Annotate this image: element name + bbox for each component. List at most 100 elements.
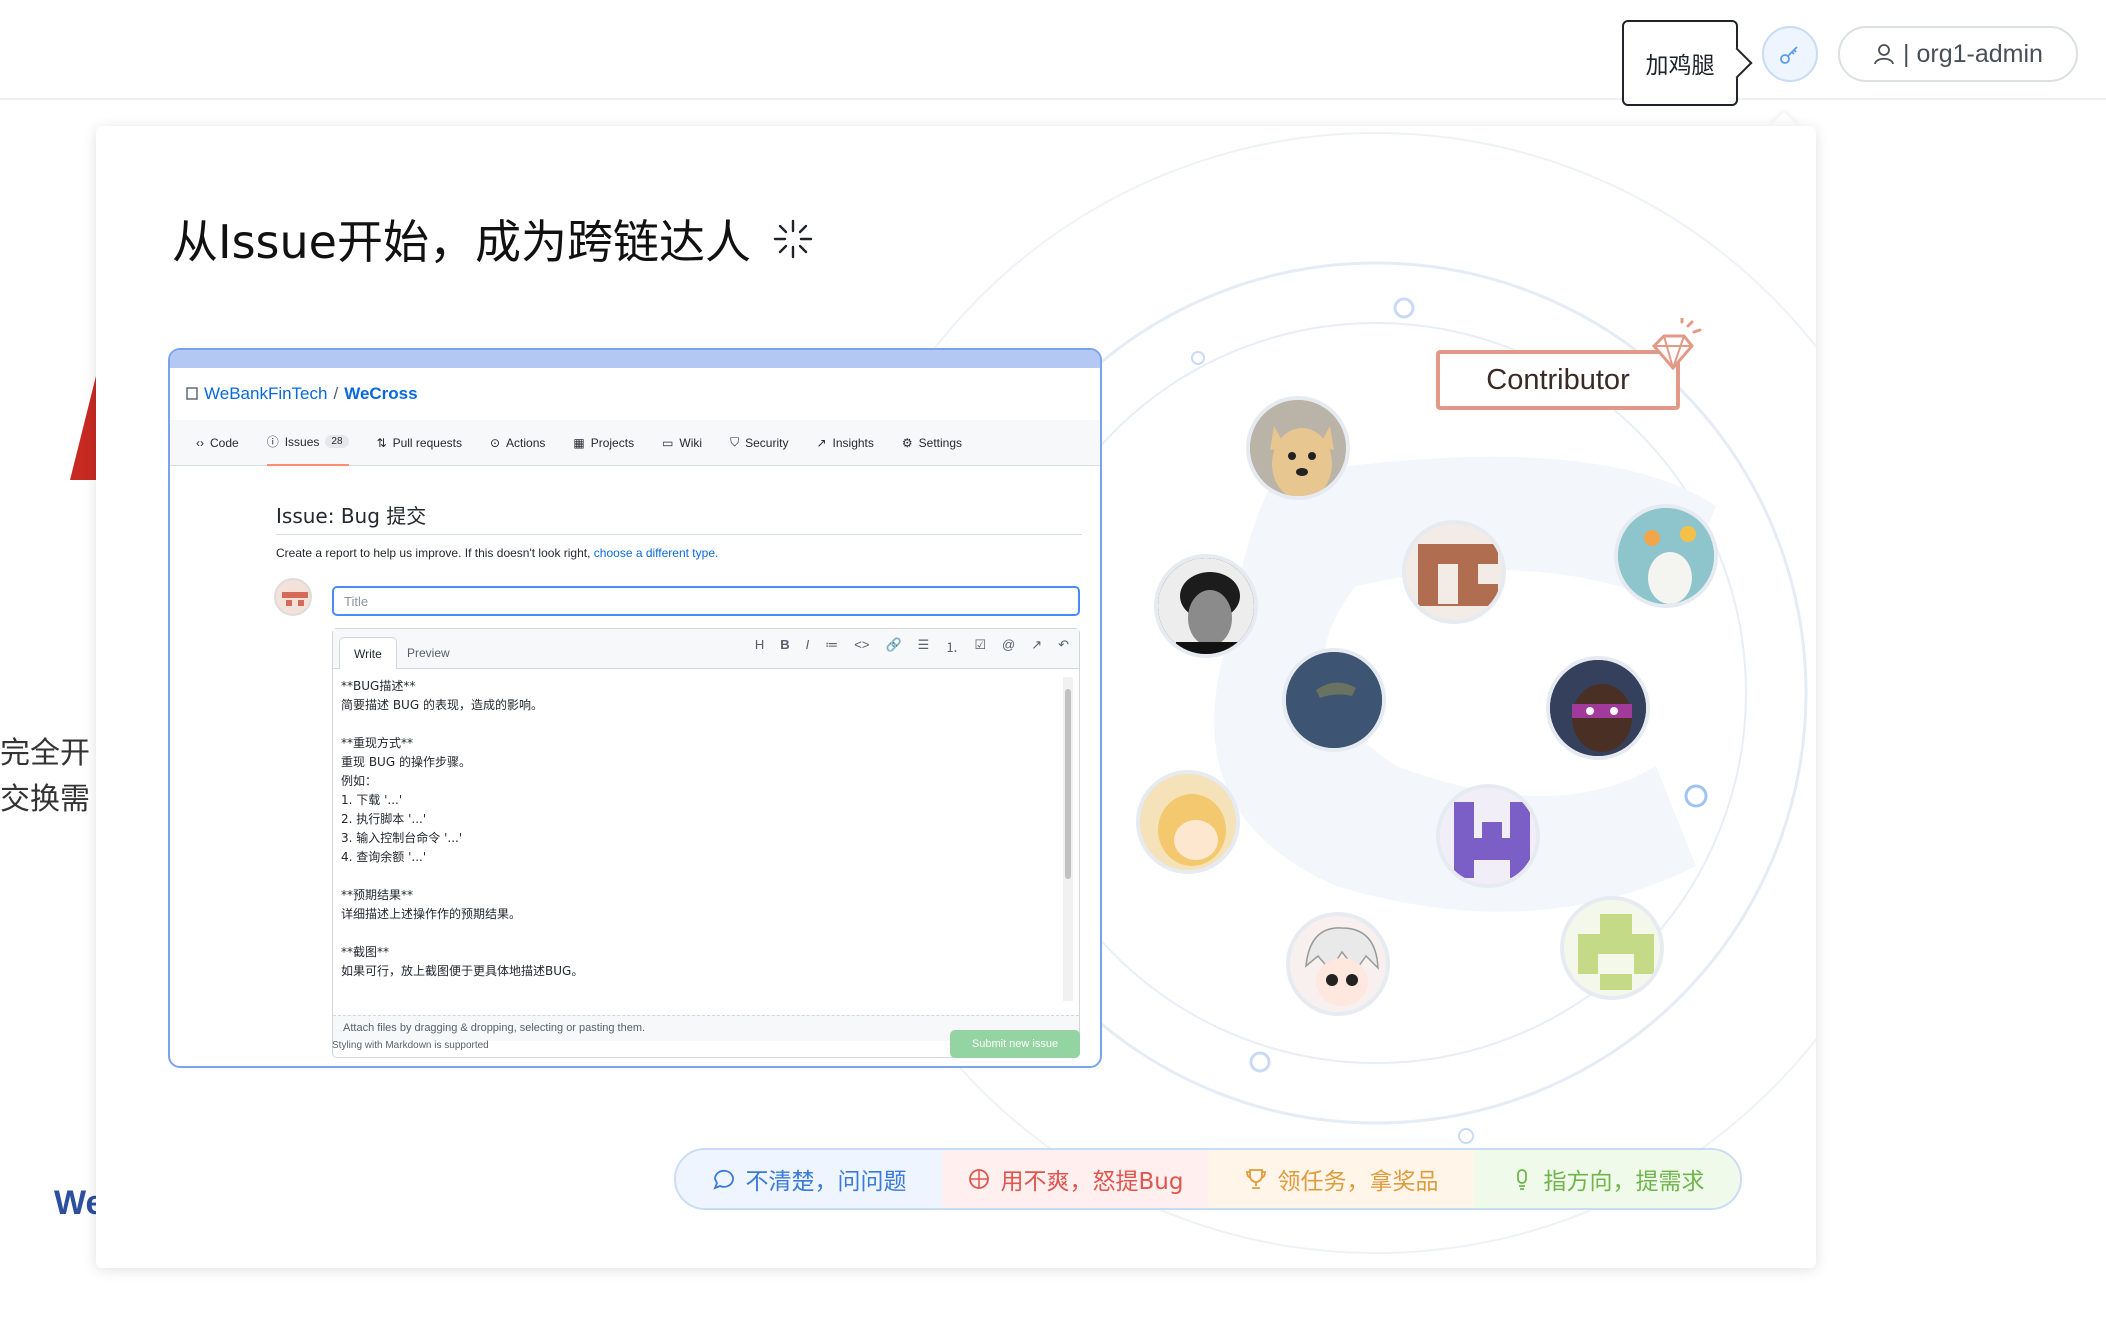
tab-issues[interactable]: ⓘ Issues 28 [266,420,349,466]
tab-settings-label: Settings [918,435,963,450]
tab-code[interactable]: ‹› Code [196,420,239,466]
contributor-avatar-dog[interactable] [1246,396,1350,500]
contributor-avatar-anime-girl[interactable] [1136,770,1240,874]
issue-form-screenshot: WeBankFinTech / WeCross ‹› Code ⓘ Issues 28… [168,348,1102,1068]
tab-insights[interactable]: ↗ Insights [816,420,873,466]
contributor-avatar-pixel-purple[interactable] [1436,784,1540,888]
graph-icon: ↗ [816,435,827,450]
issue-template-title: Issue: Bug 提交 [276,504,427,528]
ask-question-label: 不清楚，问问题 [745,1169,907,1195]
tab-wiki-label: Wiki [679,435,703,450]
top-bar: 加鸡腿 | org1-admin [0,0,2106,106]
choose-type-link[interactable]: choose a different type. [594,546,719,560]
repo-icon [186,387,198,400]
contributor-avatar-pixel-green[interactable] [1560,896,1664,1000]
tab-projects[interactable]: ▦ Projects [573,420,634,466]
report-bug-button[interactable]: 用不爽，怒提Bug [942,1150,1208,1208]
chat-bubble-icon [712,1169,734,1190]
editor-scrollbar[interactable] [1063,677,1073,1001]
contribution-actions: 不清楚，问问题 用不爽，怒提Bug 领任务，拿奖品 指方向，提需求 [674,1148,1742,1210]
numbered-list-icon[interactable]: ⒈ [945,637,958,656]
book-icon: ▭ [662,435,674,450]
bold-icon[interactable]: B [780,637,789,656]
modal-title: 从Issue开始，成为跨链达人 [172,206,815,272]
tab-pull-requests[interactable]: ⇅ Pull requests [377,420,462,466]
issue-template-description: Create a report to help us improve. If t… [276,546,718,560]
modal-title-text: 从Issue开始，成为跨链达人 [172,215,751,269]
markdown-note: Styling with Markdown is supported [332,1040,489,1051]
reward-tooltip: 加鸡腿 [1622,20,1738,106]
tab-settings[interactable]: ⚙ Settings [902,420,962,466]
sparkle-icon [773,219,813,259]
shield-icon: ⛉ [730,435,740,449]
feature-request-label: 指方向，提需求 [1543,1169,1705,1195]
breadcrumb-separator: / [333,384,339,403]
background-brand-fragment: We [54,1184,96,1222]
tab-pull-requests-label: Pull requests [392,435,462,450]
issue-body-textarea[interactable]: **BUG描述** 简要描述 BUG 的表现，造成的影响。 **重现方式** 重… [341,677,1061,1001]
mention-icon[interactable]: @ [1002,637,1015,656]
issue-icon: ⓘ [266,435,279,449]
repo-owner-link[interactable]: WeBankFinTech [204,384,327,404]
bug-icon [968,1169,989,1189]
contribute-modal: 从Issue开始，成为跨链达人 WeBankFinTech / WeCross … [96,126,1816,1268]
tab-projects-label: Projects [590,435,635,450]
title-divider [276,534,1082,535]
key-icon [1780,46,1798,64]
italic-icon[interactable]: I [806,637,810,656]
diamond-icon [1651,318,1702,371]
issue-title-input[interactable]: Title [332,586,1080,616]
feature-request-button[interactable]: 指方向，提需求 [1474,1150,1740,1208]
user-menu-button[interactable]: | org1-admin [1838,26,2078,82]
contributor-avatar-bird[interactable] [1614,504,1718,608]
user-label: | org1-admin [1903,39,2043,68]
issue-body-editor: Write Preview H B I ≔ <> 🔗 ☰ ⒈ ☑ @ ↗ ↶ * [332,628,1080,1058]
reference-icon[interactable]: ↗ [1031,637,1042,656]
author-avatar [274,578,312,616]
gear-icon: ⚙ [901,435,913,450]
background-text-line1: 完全开 [0,736,90,771]
repo-name-link[interactable]: WeCross [344,384,417,404]
user-icon [1874,44,1894,65]
code-icon: ‹› [196,435,204,450]
task-list-icon[interactable]: ☑ [974,637,986,656]
scrollbar-thumb[interactable] [1065,689,1071,879]
tab-security[interactable]: ⛉ Security [730,420,788,466]
link-icon[interactable]: 🔗 [885,637,901,656]
key-button[interactable] [1762,26,1818,82]
bullet-list-icon[interactable]: ☰ [918,637,930,656]
pull-request-icon: ⇅ [376,435,387,450]
tab-insights-label: Insights [832,435,874,450]
editor-tabs: Write Preview H B I ≔ <> 🔗 ☰ ⒈ ☑ @ ↗ ↶ [333,629,1079,669]
markdown-toolbar: H B I ≔ <> 🔗 ☰ ⒈ ☑ @ ↗ ↶ [755,637,1069,656]
tab-preview[interactable]: Preview [393,637,464,669]
background-text-line2: 交换需 [0,782,90,817]
quote-icon[interactable]: ≔ [825,637,838,656]
tab-write[interactable]: Write [339,637,397,669]
contributor-avatar-sea[interactable] [1282,648,1386,752]
tab-actions-label: Actions [506,435,546,450]
description-text: Create a report to help us improve. If t… [276,546,591,560]
reply-icon[interactable]: ↶ [1058,637,1069,656]
contributor-avatar-masked[interactable] [1546,656,1650,760]
contributor-label: Contributor [1486,363,1630,396]
report-bug-label: 用不爽，怒提Bug [1000,1169,1184,1195]
code-icon[interactable]: <> [854,637,869,656]
tab-actions[interactable]: ⊙ Actions [490,420,545,466]
repo-nav: ‹› Code ⓘ Issues 28 ⇅ Pull requests ⊙ Actions… [170,420,1100,466]
contributor-avatar-pixel-brown[interactable] [1402,520,1506,624]
issues-counter: 28 [325,435,349,448]
tab-wiki[interactable]: ▭ Wiki [662,420,702,466]
claim-task-button[interactable]: 领任务，拿奖品 [1208,1150,1474,1208]
contributor-avatar-man[interactable] [1154,554,1258,658]
lightbulb-icon [1516,1169,1527,1190]
play-icon: ⊙ [489,435,501,450]
screenshot-top-band [170,350,1100,368]
tab-issues-label: Issues [284,434,320,449]
tab-security-label: Security [745,435,789,450]
contributor-avatar-anime-boy[interactable] [1286,912,1390,1016]
heading-icon[interactable]: H [755,637,764,656]
tab-code-label: Code [210,435,239,450]
ask-question-button[interactable]: 不清楚，问问题 [676,1150,942,1208]
submit-issue-button[interactable]: Submit new issue [950,1030,1080,1058]
